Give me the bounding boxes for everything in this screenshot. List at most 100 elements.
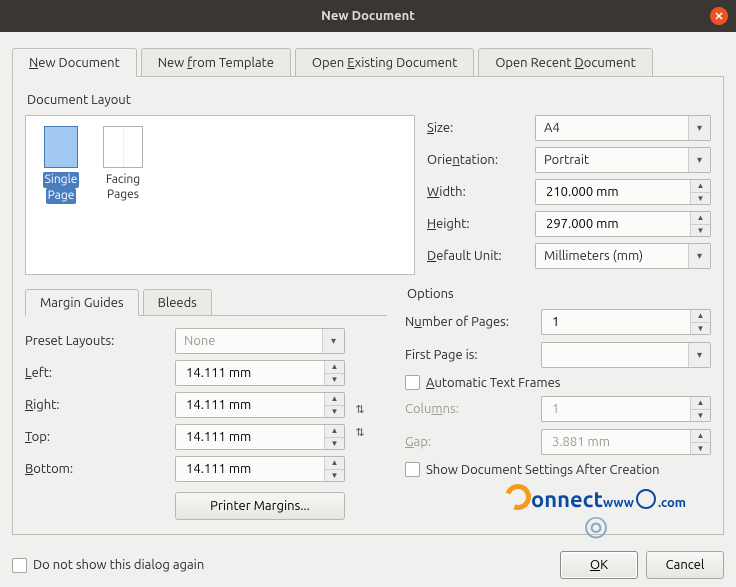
first-page-label: First Page is: <box>405 348 533 362</box>
ok-button[interactable]: OK <box>560 551 638 579</box>
up-arrow-icon[interactable]: ▲ <box>325 361 344 374</box>
single-page-icon <box>44 126 78 168</box>
up-arrow-icon[interactable]: ▲ <box>691 310 710 323</box>
margin-bottom-field[interactable]: ▲▼ <box>175 456 345 482</box>
margin-right-field[interactable]: ▲▼ <box>175 392 345 418</box>
checkbox-icon[interactable] <box>405 375 420 390</box>
printer-margins-button[interactable]: Printer Margins... <box>175 492 345 520</box>
up-arrow-icon[interactable]: ▲ <box>325 393 344 406</box>
tab-open-existing[interactable]: Open Existing Document <box>295 48 474 76</box>
chevron-down-icon: ▾ <box>688 148 710 172</box>
preset-layouts-value: None <box>184 334 216 348</box>
margin-right-input[interactable] <box>184 397 322 413</box>
down-arrow-icon: ▼ <box>691 443 710 455</box>
margin-left-label: Left: <box>25 366 175 380</box>
checkbox-icon[interactable] <box>405 462 420 477</box>
tab-bleeds[interactable]: Bleeds <box>143 289 212 315</box>
facing-pages-icon <box>103 126 143 168</box>
default-unit-select[interactable]: Millimeters (mm) ▾ <box>535 243 711 269</box>
layout-facing-pages[interactable]: Facing Pages <box>98 124 148 202</box>
first-page-select: ▾ <box>541 342 711 368</box>
width-input[interactable] <box>544 184 688 200</box>
size-select[interactable]: A4 ▾ <box>535 115 711 141</box>
facing-label-1: Facing <box>106 173 140 186</box>
num-pages-input[interactable] <box>550 314 688 330</box>
link-icon[interactable]: ⇅ <box>355 426 364 439</box>
margin-top-label: Top: <box>25 430 175 444</box>
down-arrow-icon[interactable]: ▼ <box>691 323 710 335</box>
single-page-label-2: Page <box>46 188 77 204</box>
chevron-down-icon: ▾ <box>688 116 710 140</box>
height-label: Height: <box>427 217 527 231</box>
margin-bottom-label: Bottom: <box>25 462 175 476</box>
orientation-value: Portrait <box>544 153 589 167</box>
main-tab-bar: New Document New from Template Open Exis… <box>12 48 724 77</box>
margin-top-input[interactable] <box>184 429 322 445</box>
orientation-label: Orientation: <box>427 153 527 167</box>
show-settings-label: Show Document Settings After Creation <box>426 463 660 477</box>
document-layout-heading: Document Layout <box>27 93 711 107</box>
down-arrow-icon: ▼ <box>691 410 710 422</box>
default-unit-value: Millimeters (mm) <box>544 249 643 263</box>
down-arrow-icon[interactable]: ▼ <box>691 225 710 237</box>
columns-field: ▲▼ <box>541 396 711 422</box>
margins-tab-bar: Margin Guides Bleeds <box>25 289 387 316</box>
dont-show-label: Do not show this dialog again <box>33 558 204 572</box>
titlebar: New Document ✕ <box>0 0 736 32</box>
options-heading: Options <box>407 287 711 301</box>
margin-left-input[interactable] <box>184 365 322 381</box>
default-unit-label: Default Unit: <box>427 249 527 263</box>
size-value: A4 <box>544 121 560 135</box>
up-arrow-icon[interactable]: ▲ <box>325 457 344 470</box>
height-input[interactable] <box>544 216 688 232</box>
margin-right-label: Right: <box>25 398 175 412</box>
orientation-select[interactable]: Portrait ▾ <box>535 147 711 173</box>
chevron-down-icon: ▾ <box>322 329 344 353</box>
up-arrow-icon: ▲ <box>691 397 710 410</box>
tab-new-document[interactable]: New Document <box>12 48 137 77</box>
single-page-label-1: Single <box>43 172 80 188</box>
chevron-down-icon: ▾ <box>688 244 710 268</box>
width-label: Width: <box>427 185 527 199</box>
gap-label: Gap: <box>405 435 533 449</box>
up-arrow-icon[interactable]: ▲ <box>691 212 710 225</box>
facing-label-2: Pages <box>107 188 139 201</box>
tab-margin-guides[interactable]: Margin Guides <box>25 289 139 316</box>
up-arrow-icon[interactable]: ▲ <box>325 425 344 438</box>
height-field[interactable]: ▲▼ <box>535 211 711 237</box>
size-label: Size: <box>427 121 527 135</box>
layout-mode-list[interactable]: Single Page Facing Pages <box>25 115 415 275</box>
down-arrow-icon[interactable]: ▼ <box>325 470 344 482</box>
checkbox-icon[interactable] <box>12 558 27 573</box>
layout-single-page[interactable]: Single Page <box>36 124 86 204</box>
down-arrow-icon[interactable]: ▼ <box>325 438 344 450</box>
columns-input <box>550 401 688 417</box>
tab-new-from-template[interactable]: New from Template <box>141 48 291 76</box>
link-icon[interactable]: ⇅ <box>355 403 364 416</box>
cancel-button[interactable]: Cancel <box>646 551 724 579</box>
show-settings-row[interactable]: Show Document Settings After Creation <box>405 462 711 477</box>
down-arrow-icon[interactable]: ▼ <box>325 374 344 386</box>
preset-layouts-select: None ▾ <box>175 328 345 354</box>
width-field[interactable]: ▲▼ <box>535 179 711 205</box>
margin-top-field[interactable]: ▲▼ <box>175 424 345 450</box>
tab-open-recent[interactable]: Open Recent Document <box>478 48 652 76</box>
preset-layouts-label: Preset Layouts: <box>25 334 175 348</box>
dont-show-row[interactable]: Do not show this dialog again <box>12 558 204 573</box>
margin-left-field[interactable]: ▲▼ <box>175 360 345 386</box>
window-title: New Document <box>321 9 415 23</box>
up-arrow-icon: ▲ <box>691 430 710 443</box>
chevron-down-icon: ▾ <box>688 343 710 367</box>
auto-text-frames-label: Automatic Text Frames <box>426 376 560 390</box>
auto-text-frames-row[interactable]: Automatic Text Frames <box>405 375 711 390</box>
down-arrow-icon[interactable]: ▼ <box>325 406 344 418</box>
num-pages-label: Number of Pages: <box>405 315 533 329</box>
gap-field: ▲▼ <box>541 429 711 455</box>
down-arrow-icon[interactable]: ▼ <box>691 193 710 205</box>
gap-input <box>550 434 688 450</box>
up-arrow-icon[interactable]: ▲ <box>691 180 710 193</box>
num-pages-field[interactable]: ▲▼ <box>541 309 711 335</box>
margin-bottom-input[interactable] <box>184 461 322 477</box>
columns-label: Columns: <box>405 402 533 416</box>
close-icon[interactable]: ✕ <box>710 7 728 25</box>
